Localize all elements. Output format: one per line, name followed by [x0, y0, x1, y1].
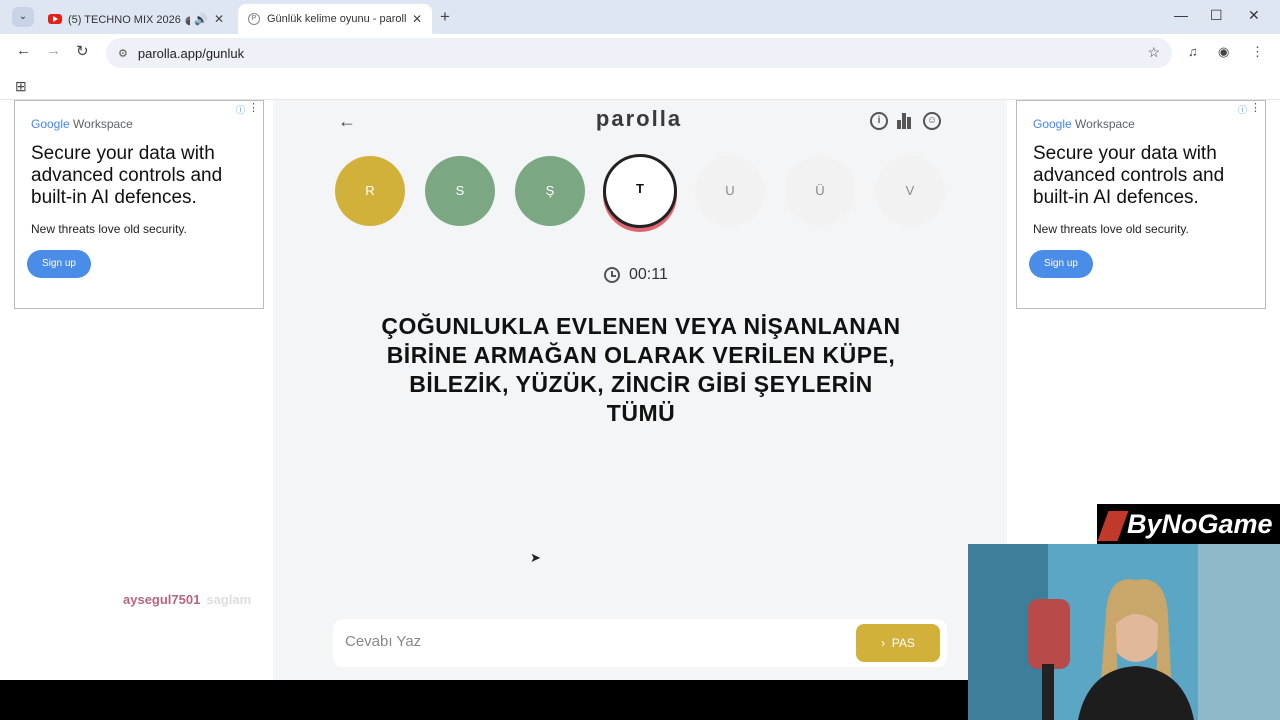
tab-strip: ⌄ (5) TECHNO MIX 2026 💣 I 🔊 ✕ P Günlük k…: [0, 0, 1280, 34]
letter-circle-v: V: [875, 156, 945, 226]
letter-circle-r: R: [335, 156, 405, 226]
ad-brand-workspace: Workspace: [1071, 117, 1135, 131]
ad-brand-google: Google: [31, 117, 70, 131]
new-tab-button[interactable]: +: [440, 7, 450, 27]
parolla-favicon-icon: P: [248, 13, 260, 25]
stats-bar: [907, 117, 911, 129]
channel-logo: ByNoGame: [1097, 504, 1280, 545]
stats-bar: [897, 120, 901, 129]
pass-label: PAS: [891, 636, 915, 650]
timer: 00:11: [604, 266, 668, 284]
webcam-image: [968, 544, 1280, 720]
toolbar: ← → ↻ ⚙ parolla.app/gunluk ☆ ♫ ◉ ⋮: [0, 34, 1280, 72]
ad-menu-icon[interactable]: ⋮: [1250, 101, 1261, 114]
tab-title: Günlük kelime oyunu - parolla: [267, 13, 406, 25]
ad-brand: Google Workspace: [31, 117, 133, 131]
close-tab-icon[interactable]: ✕: [214, 12, 224, 26]
stats-icon[interactable]: [897, 113, 914, 129]
minimize-icon[interactable]: —: [1174, 7, 1188, 23]
bookmarks-bar: ⊞: [0, 72, 1280, 100]
pen-icon: [1097, 510, 1129, 541]
ad-info-icon[interactable]: ⓘ: [1238, 103, 1247, 116]
username-suffix: saglam: [206, 592, 252, 607]
back-arrow-icon[interactable]: ←: [338, 111, 356, 132]
webcam-overlay: [968, 544, 1280, 720]
user-icon[interactable]: ☺: [923, 112, 941, 130]
tab-youtube[interactable]: (5) TECHNO MIX 2026 💣 I 🔊 ✕: [38, 4, 234, 34]
profile-icon[interactable]: ◉: [1218, 44, 1229, 60]
site-info-icon[interactable]: ⚙: [118, 47, 128, 60]
url-text: parolla.app/gunluk: [137, 45, 245, 61]
ad-headline: Secure your data with advanced controls …: [31, 143, 223, 208]
mouse-cursor-icon: ➤: [530, 550, 541, 565]
ad-brand: Google Workspace: [1033, 117, 1135, 131]
pass-button[interactable]: › PAS: [856, 624, 940, 662]
menu-icon[interactable]: ⋮: [1251, 44, 1264, 60]
ad-brand-workspace: Workspace: [69, 117, 133, 131]
address-bar[interactable]: ⚙ parolla.app/gunluk ☆: [106, 38, 1172, 68]
ad-signup-button[interactable]: Sign up: [1029, 250, 1093, 278]
tab-parolla[interactable]: P Günlük kelime oyunu - parolla ✕: [238, 4, 432, 34]
letter-circle-u: U: [695, 156, 765, 226]
timer-value: 00:11: [629, 266, 668, 283]
letter-circle-uu: Ü: [785, 156, 855, 226]
forward-icon[interactable]: →: [46, 42, 61, 59]
ad-right[interactable]: ⓘ ⋮ Google Workspace Secure your data wi…: [1016, 100, 1266, 309]
stream-username: aysegul7501 saglam: [123, 592, 251, 607]
back-icon[interactable]: ←: [16, 42, 31, 59]
tab-title: (5) TECHNO MIX 2026 💣 I: [68, 13, 191, 26]
question-text: ÇOĞUNLUKLA EVLENEN VEYA NİŞANLANAN BİRİN…: [381, 313, 901, 426]
ad-menu-icon[interactable]: ⋮: [248, 101, 259, 114]
speaker-icon[interactable]: 🔊: [194, 13, 208, 26]
media-icon[interactable]: ♫: [1188, 44, 1198, 59]
maximize-icon[interactable]: ☐: [1210, 7, 1223, 24]
ad-brand-google: Google: [1033, 117, 1072, 131]
ad-left[interactable]: ⓘ ⋮ Google Workspace Secure your data wi…: [14, 100, 264, 309]
close-window-icon[interactable]: ✕: [1248, 7, 1260, 24]
channel-logo-text: ByNoGame: [1127, 509, 1273, 539]
letter-circle-t-current: T: [603, 154, 677, 228]
answer-box: › PAS: [333, 619, 947, 667]
ad-headline: Secure your data with advanced controls …: [1033, 143, 1225, 208]
reload-icon[interactable]: ↻: [76, 42, 89, 60]
ad-subtext: New threats love old security.: [31, 222, 187, 236]
bookmark-star-icon[interactable]: ☆: [1147, 44, 1160, 61]
ad-info-icon[interactable]: ⓘ: [236, 103, 245, 116]
username: aysegul7501: [123, 592, 201, 607]
answer-input[interactable]: [345, 633, 845, 650]
tab-search-button[interactable]: ⌄: [12, 7, 34, 27]
ad-signup-button[interactable]: Sign up: [27, 250, 91, 278]
letter-circle-s: S: [425, 156, 495, 226]
apps-grid-icon[interactable]: ⊞: [15, 78, 27, 95]
stats-bar: [902, 113, 906, 129]
letter-circle-sh: Ş: [515, 156, 585, 226]
ad-subtext: New threats love old security.: [1033, 222, 1189, 236]
close-tab-icon[interactable]: ✕: [412, 12, 422, 26]
info-icon[interactable]: i: [870, 112, 888, 130]
logo[interactable]: parolla: [546, 106, 732, 132]
clock-icon: [604, 267, 620, 283]
youtube-icon: [48, 14, 62, 24]
